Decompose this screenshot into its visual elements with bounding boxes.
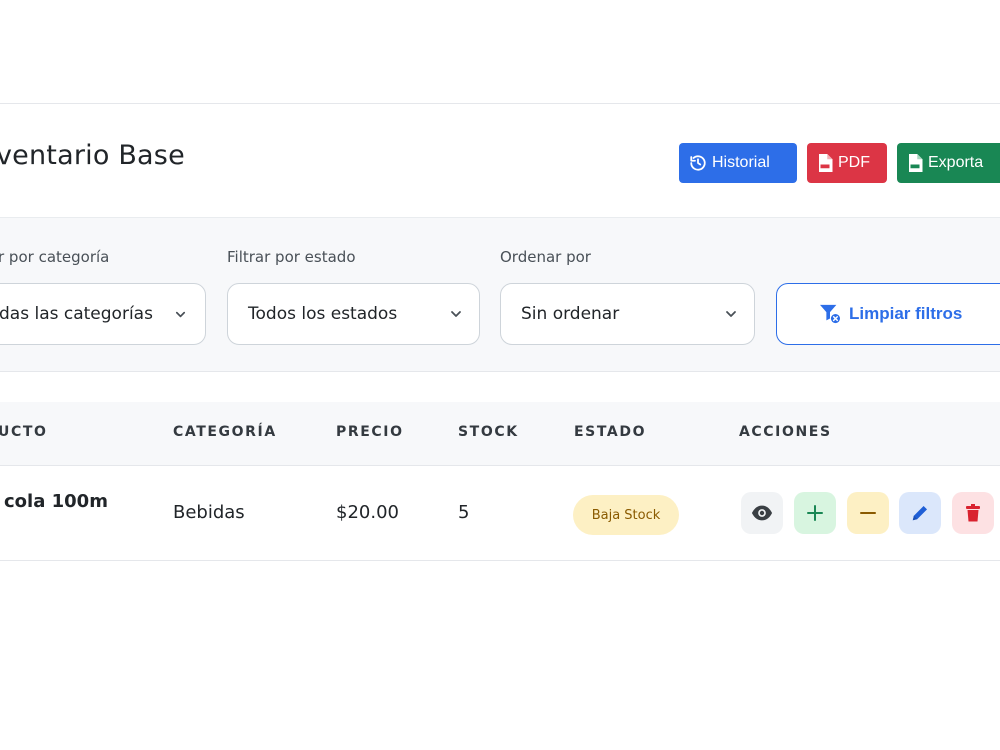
- status-badge: Baja Stock: [573, 495, 679, 535]
- column-header-category: CATEGORÍA: [173, 424, 277, 440]
- status-select-value: Todos los estados: [248, 304, 398, 324]
- clear-filters-label: Limpiar filtros: [849, 304, 963, 323]
- status-filter-label: Filtrar por estado: [227, 248, 356, 266]
- column-header-price: PRECIO: [336, 424, 404, 440]
- export-label: Exporta: [928, 154, 984, 171]
- historial-label: Historial: [712, 154, 770, 171]
- file-pdf-icon: [819, 154, 833, 172]
- eye-icon: [751, 505, 773, 521]
- sort-select[interactable]: Sin ordenar: [500, 283, 755, 345]
- product-category: Bebidas: [173, 502, 245, 523]
- file-excel-icon: [909, 154, 923, 172]
- pdf-button[interactable]: PDF: [807, 143, 887, 183]
- pdf-label: PDF: [838, 154, 870, 171]
- status-select[interactable]: Todos los estados: [227, 283, 480, 345]
- column-header-stock: STOCK: [458, 424, 519, 440]
- increase-stock-button[interactable]: [794, 492, 836, 534]
- export-button[interactable]: Exporta: [897, 143, 1000, 183]
- filter-clear-icon: [820, 304, 840, 324]
- pencil-icon: [912, 505, 928, 521]
- history-icon: [690, 155, 706, 171]
- column-header-status: ESTADO: [574, 424, 647, 440]
- minus-icon: [860, 512, 876, 514]
- product-price: $20.00: [336, 502, 399, 523]
- column-header-product: UCTO: [0, 424, 48, 440]
- sort-label: Ordenar por: [500, 248, 591, 266]
- plus-icon: [807, 505, 823, 521]
- column-header-actions: ACCIONES: [739, 424, 832, 440]
- product-stock: 5: [458, 502, 470, 523]
- delete-button[interactable]: [952, 492, 994, 534]
- page-title: ventario Base: [0, 140, 185, 171]
- sort-select-value: Sin ordenar: [521, 304, 620, 324]
- category-select-value: das las categorías: [0, 304, 153, 324]
- category-select[interactable]: das las categorías: [0, 283, 206, 345]
- trash-icon: [966, 504, 980, 522]
- decrease-stock-button[interactable]: [847, 492, 889, 534]
- edit-button[interactable]: [899, 492, 941, 534]
- view-button[interactable]: [741, 492, 783, 534]
- clear-filters-button[interactable]: Limpiar filtros: [776, 283, 1000, 345]
- category-filter-label: r por categoría: [0, 248, 110, 266]
- chevron-down-icon: [175, 311, 186, 318]
- product-name: cola 100m: [4, 491, 108, 512]
- chevron-down-icon: [451, 311, 461, 317]
- chevron-down-icon: [726, 311, 736, 317]
- historial-button[interactable]: Historial: [679, 143, 797, 183]
